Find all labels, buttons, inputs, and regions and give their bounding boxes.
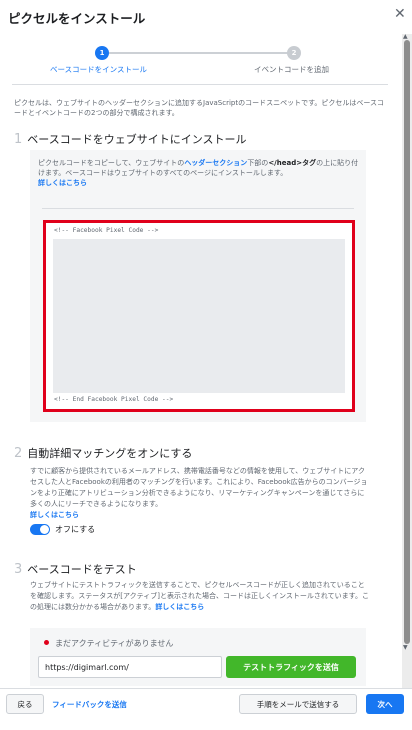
instructions-text-1: ピクセルコードをコピーして、ウェブサイトの <box>38 159 185 167</box>
section-3-learn-more-link[interactable]: 詳しくはこちら <box>155 603 204 611</box>
head-tag-text: </head>タグ <box>268 159 317 167</box>
code-end-comment: <!-- End Facebook Pixel Code --> <box>54 396 174 403</box>
section-3-heading: 3 ベースコードをテスト <box>14 561 137 577</box>
scroll-down-arrow-icon[interactable]: ▼ <box>403 644 408 651</box>
panel-divider <box>42 208 354 209</box>
pixel-code-box[interactable]: <!-- Facebook Pixel Code --> <!-- End Fa… <box>43 220 355 412</box>
instructions-text-2: 下部の <box>247 159 269 167</box>
auto-matching-toggle[interactable] <box>30 524 50 535</box>
back-button[interactable]: 戻る <box>6 694 44 714</box>
stepper-divider <box>12 84 388 85</box>
toggle-label: オフにする <box>55 525 96 534</box>
send-test-traffic-button[interactable]: テストトラフィックを送信 <box>226 656 356 678</box>
section-2-title: 自動詳細マッチングをオンにする <box>27 447 193 460</box>
dialog-title: ピクセルをインストール <box>8 11 146 26</box>
code-content-area[interactable] <box>53 239 345 393</box>
section-1-learn-more-link[interactable]: 詳しくはこちら <box>38 179 87 187</box>
dialog-header: ピクセルをインストール ✕ <box>0 0 412 30</box>
section-2-number: 2 <box>14 446 23 461</box>
section-1-number: 1 <box>14 132 23 147</box>
scrollbar-thumb[interactable] <box>404 40 410 644</box>
section-2-learn-more-link[interactable]: 詳しくはこちら <box>30 511 79 519</box>
section-3-title: ベースコードをテスト <box>27 563 137 576</box>
section-2-description-text: すでに顧客から提供されているメールアドレス、携帯電話番号などの情報を使用して、ウ… <box>30 467 368 508</box>
section-2-description: すでに顧客から提供されているメールアドレス、携帯電話番号などの情報を使用して、ウ… <box>30 466 370 521</box>
email-instructions-button[interactable]: 手順をメールで送信する <box>239 694 357 714</box>
section-1-title: ベースコードをウェブサイトにインストール <box>27 133 247 146</box>
code-start-comment: <!-- Facebook Pixel Code --> <box>54 227 159 234</box>
activity-status-text: まだアクティビティがありません <box>55 639 174 648</box>
website-url-input[interactable] <box>38 656 222 678</box>
section-2-heading: 2 自動詳細マッチングをオンにする <box>14 445 192 461</box>
step-2-label: イベントコードを追加 <box>254 65 329 74</box>
section-1-instructions: ピクセルコードをコピーして、ウェブサイトのヘッダーセクション下部の</head>… <box>38 158 360 188</box>
section-1-heading: 1 ベースコードをウェブサイトにインストール <box>14 131 247 147</box>
stepper-line <box>102 52 292 54</box>
send-feedback-link[interactable]: フィードバックを送信 <box>52 699 127 710</box>
next-button[interactable]: 次へ <box>366 694 404 714</box>
step-2-indicator: 2 <box>287 46 301 60</box>
footer-divider <box>0 688 412 689</box>
status-dot-icon <box>44 640 49 645</box>
scroll-up-arrow-icon[interactable]: ▲ <box>403 33 408 40</box>
header-section-text: ヘッダーセクション <box>184 159 248 167</box>
section-3-number: 3 <box>14 562 23 577</box>
intro-text: ピクセルは、ウェブサイトのヘッダーセクションに追加するJavaScriptのコー… <box>14 99 385 117</box>
activity-status: まだアクティビティがありません <box>44 638 173 649</box>
section-3-description: ウェブサイトにテストトラフィックを送信することで、ピクセルベースコードが正しく追… <box>30 580 370 613</box>
step-1-label: ベースコードをインストール <box>50 65 147 74</box>
toggle-knob <box>40 525 49 534</box>
step-1-indicator: 1 <box>95 46 109 60</box>
close-icon[interactable]: ✕ <box>394 6 406 22</box>
